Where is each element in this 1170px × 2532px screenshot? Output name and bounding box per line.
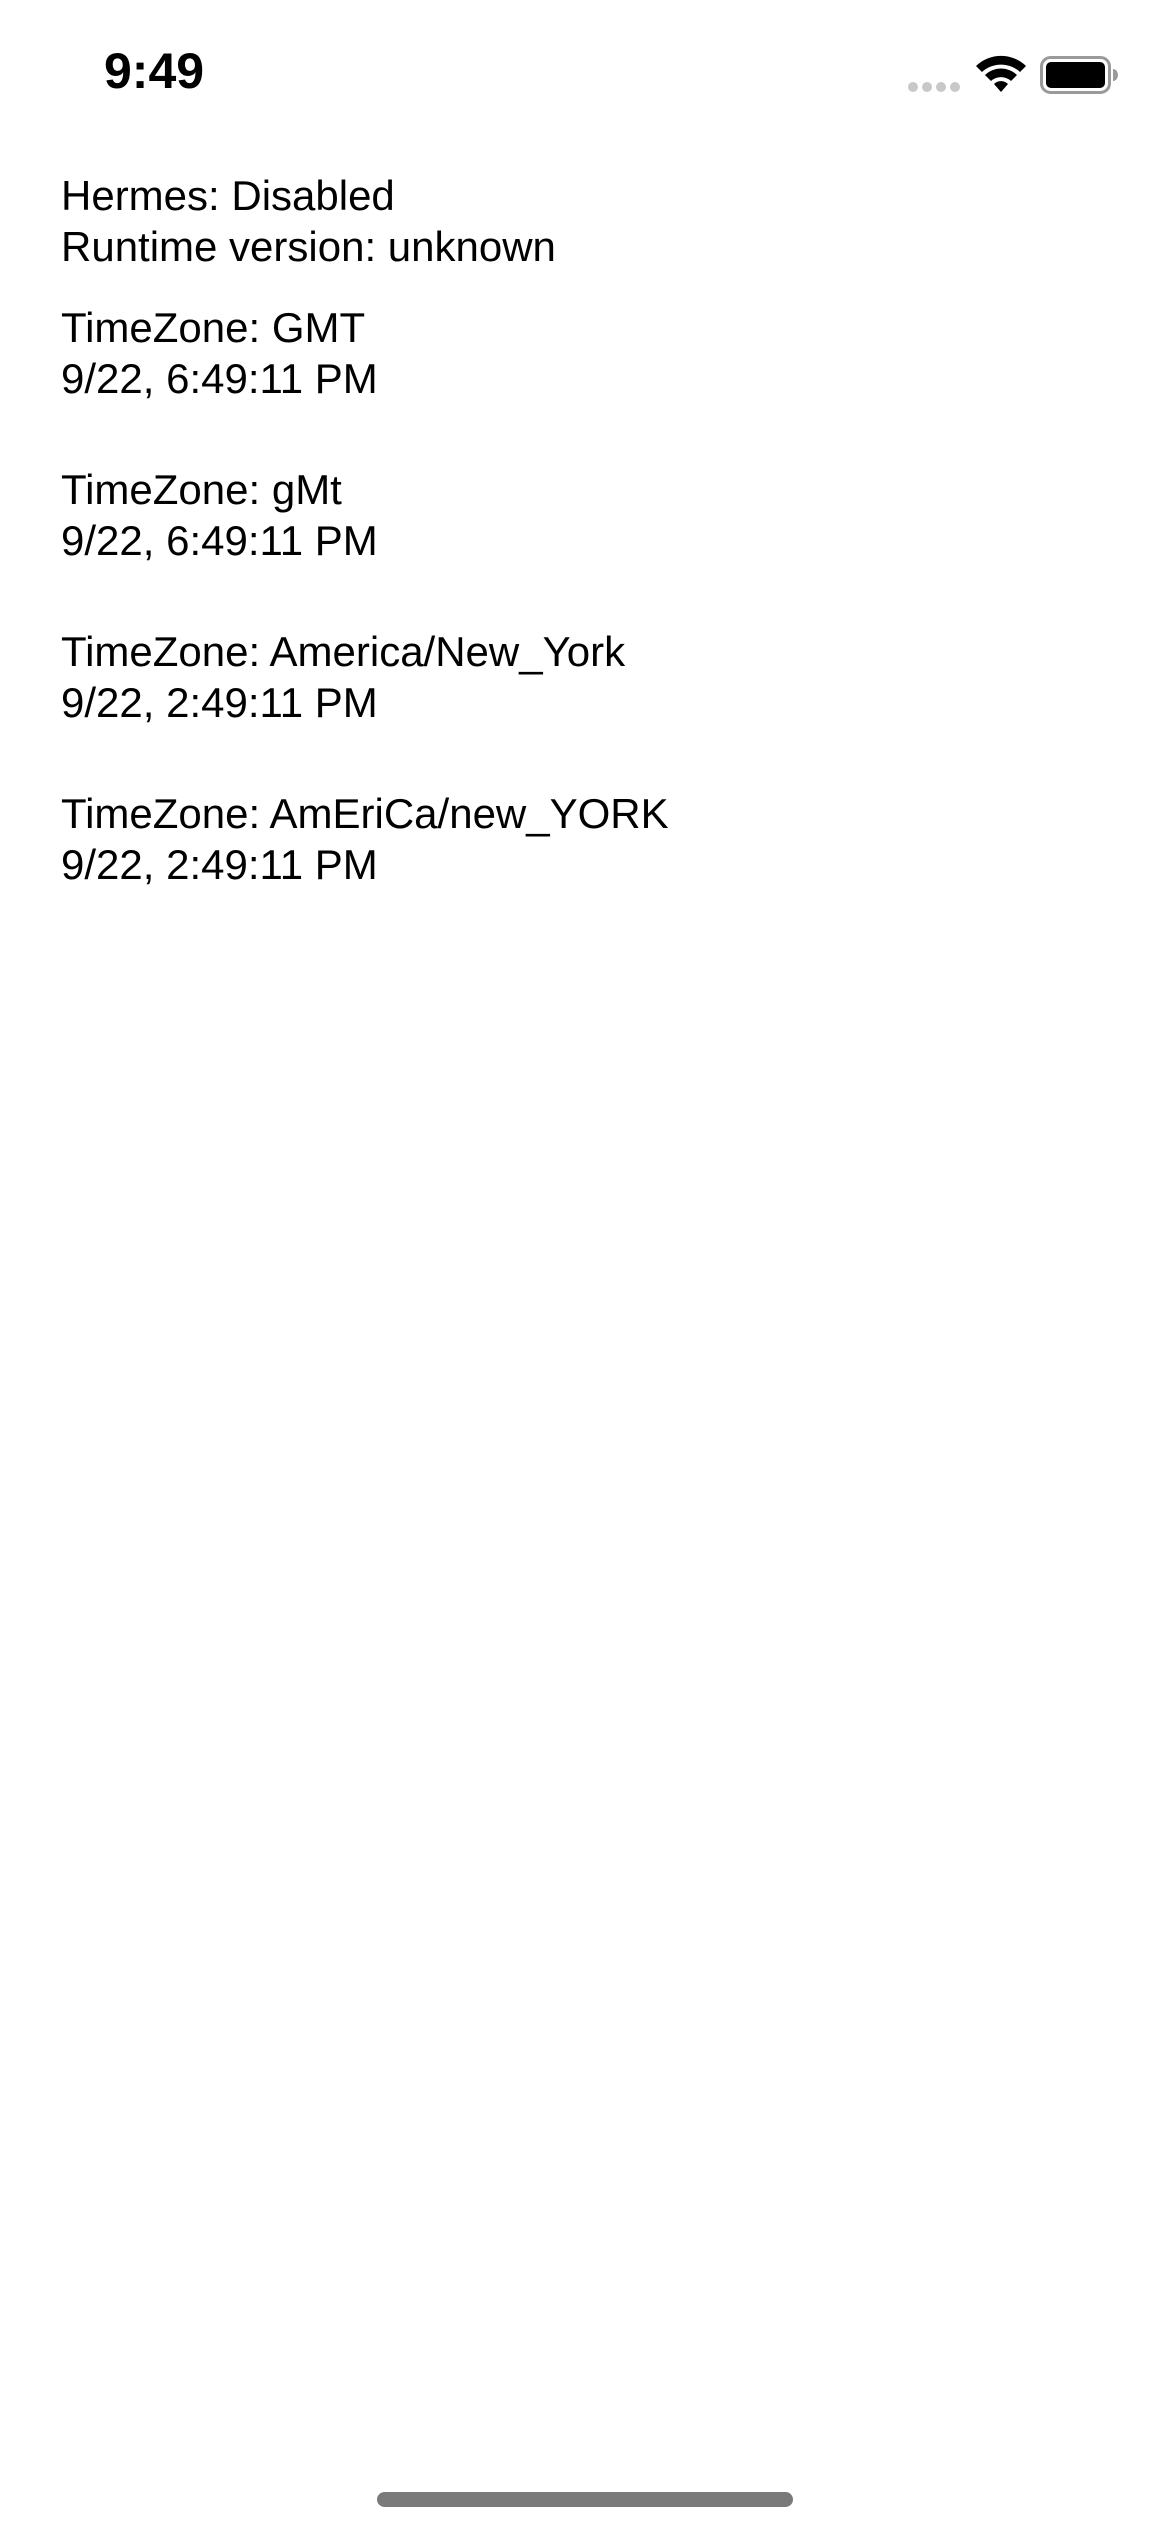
timezone-entry: TimeZone: America/New_York 9/22, 2:49:11… xyxy=(61,626,1111,728)
timezone-entry: TimeZone: gMt 9/22, 6:49:11 PM xyxy=(61,464,1111,566)
timezone-entry: TimeZone: GMT 9/22, 6:49:11 PM xyxy=(61,302,1111,404)
battery-icon xyxy=(1040,56,1118,94)
status-bar: 9:49 xyxy=(0,0,1170,150)
runtime-info: Hermes: Disabled Runtime version: unknow… xyxy=(61,170,1111,272)
home-indicator[interactable] xyxy=(377,2492,793,2507)
wifi-icon xyxy=(976,55,1026,92)
timezone-label: TimeZone: gMt xyxy=(61,466,342,513)
timezone-label: TimeZone: AmEriCa/new_YORK xyxy=(61,790,669,837)
timezone-label: TimeZone: GMT xyxy=(61,304,366,351)
hermes-status: Hermes: Disabled xyxy=(61,172,395,219)
timezone-datetime: 9/22, 2:49:11 PM xyxy=(61,679,378,726)
runtime-version: Runtime version: unknown xyxy=(61,223,556,270)
timezone-entry: TimeZone: AmEriCa/new_YORK 9/22, 2:49:11… xyxy=(61,788,1111,890)
cellular-signal-icon xyxy=(908,80,962,94)
content: Hermes: Disabled Runtime version: unknow… xyxy=(61,170,1111,950)
status-time: 9:49 xyxy=(104,43,205,99)
timezone-datetime: 9/22, 2:49:11 PM xyxy=(61,841,378,888)
timezone-datetime: 9/22, 6:49:11 PM xyxy=(61,355,378,402)
timezone-datetime: 9/22, 6:49:11 PM xyxy=(61,517,378,564)
timezone-label: TimeZone: America/New_York xyxy=(61,628,626,675)
